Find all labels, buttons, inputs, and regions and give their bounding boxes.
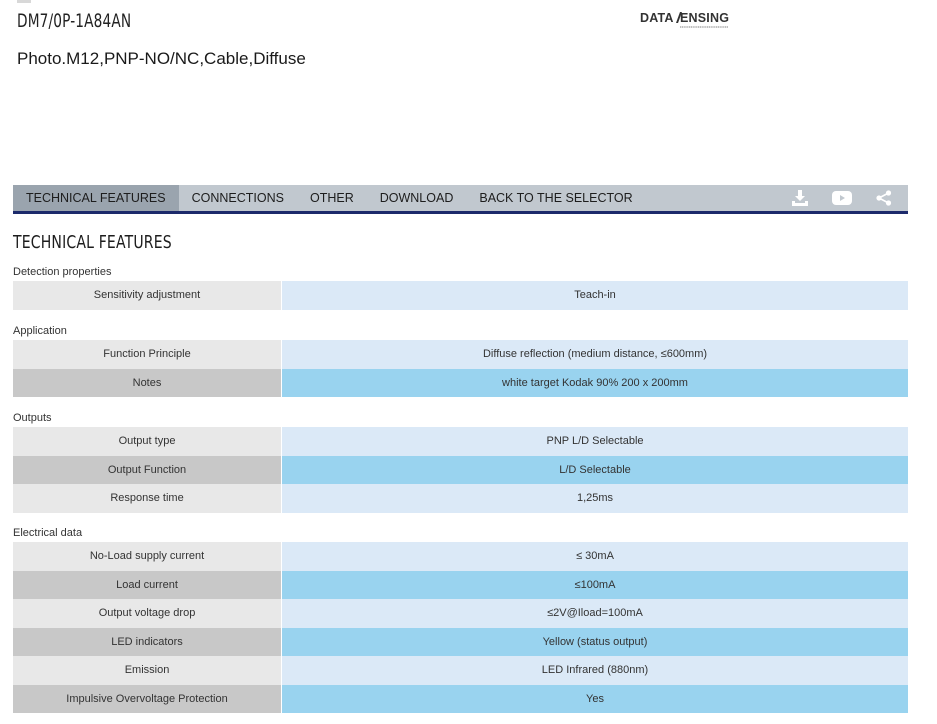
section-title: TECHNICAL FEATURES [13,232,172,253]
table-row: Response time 1,25ms [13,484,908,513]
feature-name: No-Load supply current [13,542,282,571]
feature-name: Sensitivity adjustment [13,281,282,310]
group-label: Detection properties [13,266,112,278]
feature-value: Diffuse reflection (medium distance, ≤60… [282,340,908,369]
tab-other[interactable]: OTHER [297,185,367,211]
feature-name: Impulsive Overvoltage Protection [13,684,282,713]
feature-value: 1,25ms [282,484,908,513]
table-row: Sensitivity adjustment Teach-in [13,281,908,310]
feature-name: Notes [13,368,282,397]
feature-value: Teach-in [282,281,908,310]
feature-name: LED indicators [13,627,282,656]
feature-value: ≤100mA [282,570,908,599]
table-row: Output voltage drop ≤2V@Iload=100mA [13,599,908,628]
feature-value: ≤2V@Iload=100mA [282,599,908,628]
youtube-icon[interactable] [830,188,854,208]
feature-name: Response time [13,484,282,513]
download-icon[interactable] [788,188,812,208]
group-label: Application [13,325,67,337]
group-label: Electrical data [13,527,83,539]
table-row: Output type PNP L/D Selectable [13,427,908,456]
tab-bar-actions [788,185,908,211]
feature-value: PNP L/D Selectable [282,427,908,456]
top-edge-mark [17,0,31,3]
feature-value: Yes [282,684,908,713]
tab-back-to-the-selector[interactable]: BACK TO THE SELECTOR [466,185,645,211]
logo-mark: DATA ENSING [640,11,729,28]
tab-download[interactable]: DOWNLOAD [367,185,467,211]
feature-name: Function Principle [13,340,282,369]
feature-value: L/D Selectable [282,455,908,484]
feature-value: white target Kodak 90% 200 x 200mm [282,368,908,397]
feature-name: Output voltage drop [13,599,282,628]
tab-connections[interactable]: CONNECTIONS [179,185,297,211]
table-row: LED indicators Yellow (status output) [13,627,908,656]
table-row: Notes white target Kodak 90% 200 x 200mm [13,368,908,397]
feature-name: Output Function [13,455,282,484]
feature-value: ≤ 30mA [282,542,908,571]
feature-value: LED Infrared (880nm) [282,656,908,685]
product-code: DM7/0P-1A84AN [17,10,132,32]
table-row: Load current ≤100mA [13,570,908,599]
feature-name: Load current [13,570,282,599]
product-description: Photo.M12,PNP-NO/NC,Cable,Diffuse [17,49,306,68]
feature-name: Emission [13,656,282,685]
tab-technical-features[interactable]: TECHNICAL FEATURES [13,185,179,211]
table-row: No-Load supply current ≤ 30mA [13,542,908,571]
table-row: Impulsive Overvoltage Protection Yes [13,684,908,713]
datasensing-logo[interactable]: DATA ENSING [640,9,732,31]
table-row: Output Function L/D Selectable [13,455,908,484]
group-label: Outputs [13,412,52,424]
feature-value: Yellow (status output) [282,627,908,656]
table-row: Function Principle Diffuse reflection (me… [13,340,908,369]
svg-text:ENSING: ENSING [680,11,729,25]
share-icon[interactable] [872,188,896,208]
feature-name: Output type [13,427,282,456]
table-row: Emission LED Infrared (880nm) [13,656,908,685]
svg-text:DATA: DATA [640,11,674,25]
tab-bar: TECHNICAL FEATURES CONNECTIONS OTHER DOWNLO… [13,185,908,214]
